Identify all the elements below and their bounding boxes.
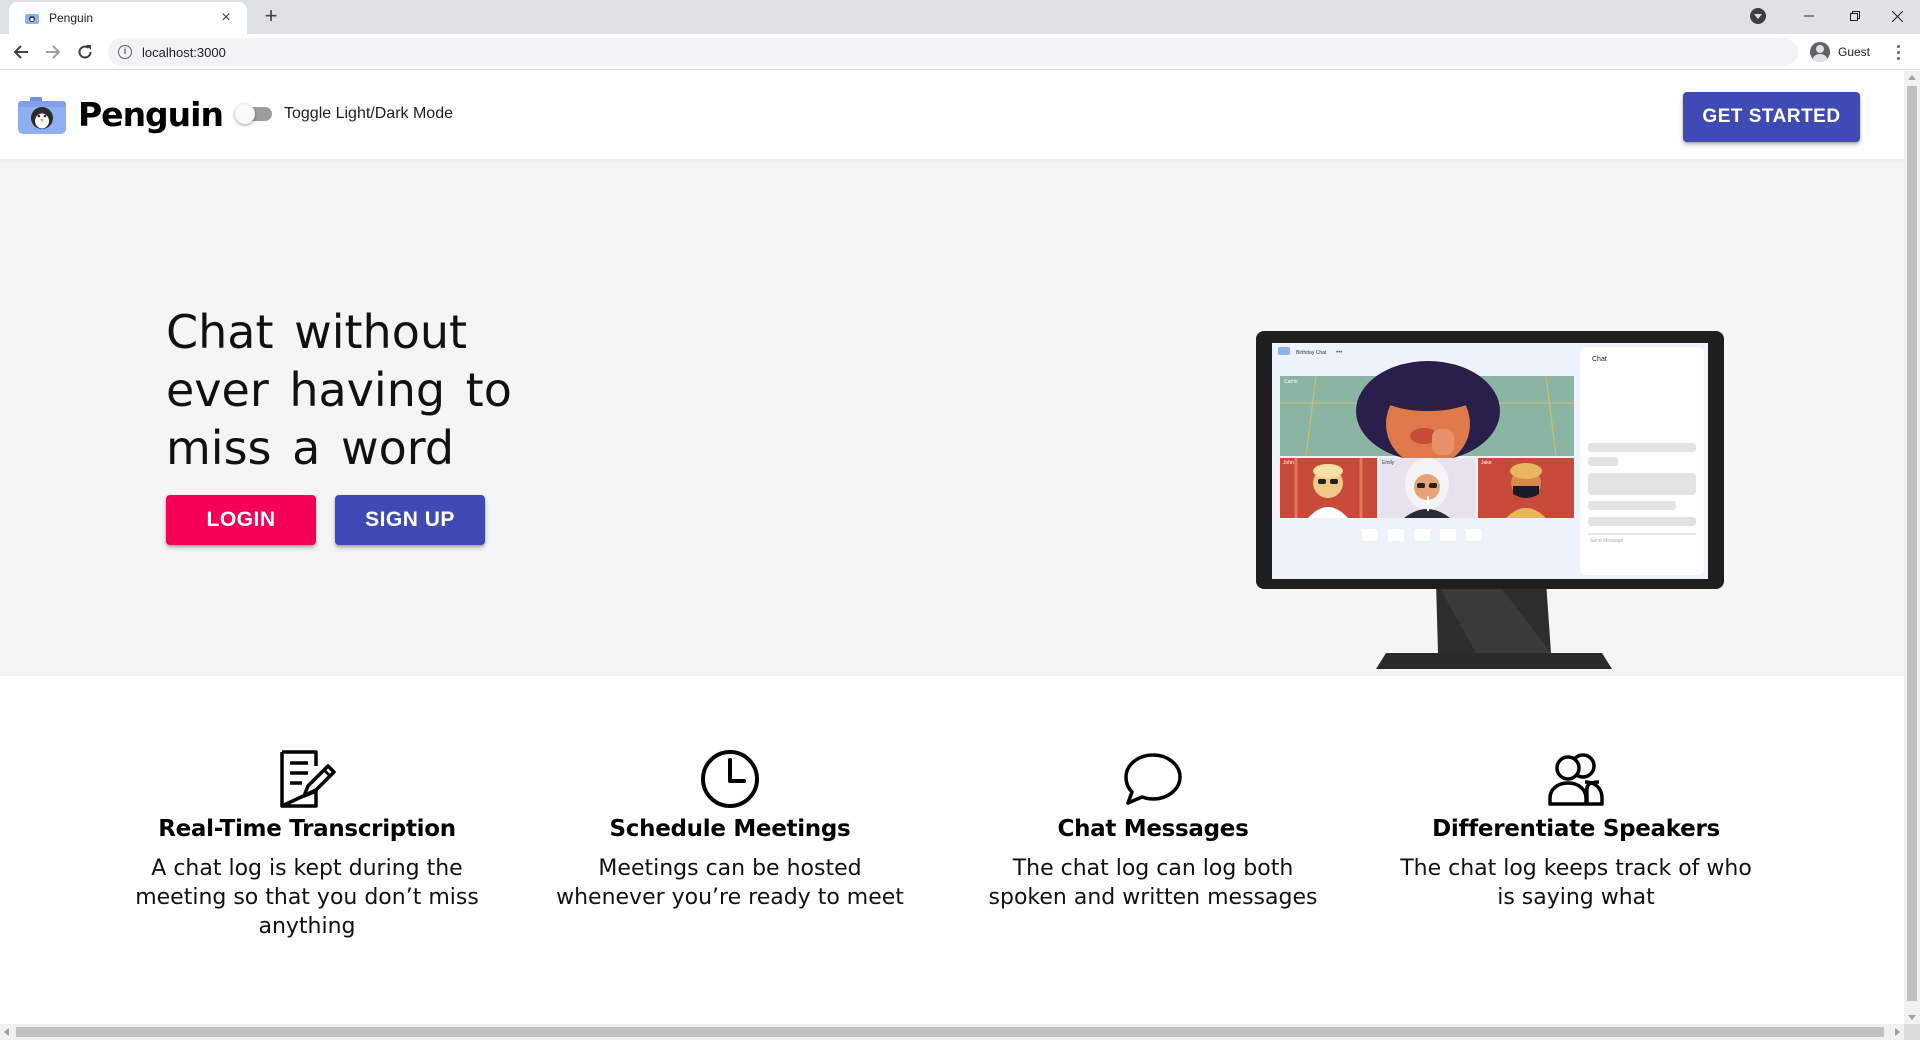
site-info-icon[interactable]: i — [118, 45, 132, 59]
features-section: Real-Time Transcription A chat log is ke… — [0, 676, 1904, 1024]
participant-name-emily: Emily — [1382, 460, 1395, 466]
feature-title: Differentiate Speakers — [1432, 816, 1720, 842]
scroll-right-arrow-icon[interactable] — [1895, 1028, 1900, 1036]
chat-panel-title: Chat — [1592, 356, 1607, 363]
new-tab-icon[interactable]: + — [258, 4, 284, 30]
meeting-title-text: Birthday Chat — [1296, 350, 1327, 356]
tab-search-icon[interactable] — [1750, 8, 1766, 24]
scroll-down-arrow-icon[interactable] — [1908, 1015, 1916, 1020]
feature-description: A chat log is kept during the meeting so… — [135, 856, 479, 939]
logo-link[interactable]: Penguin — [18, 95, 224, 134]
clock-icon — [701, 750, 759, 808]
switch-knob — [235, 104, 255, 124]
back-arrow-icon[interactable] — [9, 40, 33, 64]
brand-name: Penguin — [78, 95, 224, 134]
page-viewport: Penguin Toggle Light/Dark Mode GET START… — [0, 71, 1904, 1024]
url-text: localhost:3000 — [142, 44, 226, 60]
feature-description: Meetings can be hosted whenever you’re r… — [556, 856, 904, 910]
forward-arrow-icon[interactable] — [41, 40, 65, 64]
address-bar[interactable]: i localhost:3000 — [108, 38, 1798, 66]
chat-bubble-icon — [1124, 753, 1182, 805]
scroll-left-arrow-icon[interactable] — [4, 1028, 9, 1036]
guest-avatar-icon — [1810, 42, 1830, 62]
feature-description: The chat log keeps track of who is sayin… — [1400, 856, 1752, 910]
participant-name-carrie: Carrie — [1284, 379, 1298, 385]
close-window-icon[interactable] — [1874, 0, 1920, 32]
video-call-monitor-illustration: Birthday Chat ••• Carrie John Emily Jake… — [1256, 331, 1724, 669]
feature-description: The chat log can log both spoken and wri… — [988, 856, 1318, 910]
note-pencil-icon — [280, 750, 336, 808]
horizontal-scrollbar[interactable] — [0, 1024, 1904, 1040]
feature-card: Chat Messages The chat log can log both … — [963, 746, 1343, 912]
feature-card: Schedule Meetings Meetings can be hosted… — [540, 746, 920, 912]
vertical-scrollbar[interactable] — [1904, 71, 1920, 1024]
feature-title: Schedule Meetings — [609, 816, 851, 842]
participant-name-jake: Jake — [1481, 460, 1492, 466]
people-icon — [1548, 753, 1604, 806]
profile-button[interactable]: Guest — [1806, 39, 1878, 65]
browser-tab[interactable]: Penguin × — [9, 2, 247, 34]
browser-tab-strip: Penguin × + — [0, 0, 1920, 34]
hero-section: Chat without ever having to miss a word … — [0, 159, 1904, 676]
restore-icon[interactable] — [1832, 0, 1878, 32]
feature-title: Real-Time Transcription — [158, 816, 456, 842]
scroll-up-arrow-icon[interactable] — [1908, 75, 1916, 80]
feature-title: Chat Messages — [1057, 816, 1249, 842]
scrollbar-corner — [1904, 1024, 1920, 1040]
theme-toggle[interactable]: Toggle Light/Dark Mode — [235, 104, 453, 124]
profile-label: Guest — [1838, 45, 1871, 59]
reload-icon[interactable] — [73, 40, 97, 64]
participant-name-john: John — [1283, 460, 1294, 466]
theme-toggle-label: Toggle Light/Dark Mode — [284, 105, 453, 122]
penguin-logo-icon — [18, 96, 66, 134]
more-dots-icon: ••• — [1336, 350, 1342, 356]
send-message-placeholder: Send Message — [1590, 538, 1624, 544]
sign-up-button[interactable]: SIGN UP — [335, 495, 485, 545]
browser-menu-icon[interactable] — [1888, 42, 1908, 62]
penguin-favicon-icon — [25, 14, 39, 24]
feature-card: Differentiate Speakers The chat log keep… — [1386, 746, 1766, 912]
tab-close-icon[interactable]: × — [217, 10, 235, 26]
vertical-scroll-thumb[interactable] — [1907, 86, 1917, 1001]
theme-switch[interactable] — [235, 104, 272, 124]
feature-card: Real-Time Transcription A chat log is ke… — [117, 746, 497, 941]
get-started-button[interactable]: GET STARTED — [1683, 92, 1860, 142]
tab-title: Penguin — [49, 11, 94, 25]
minimize-icon[interactable] — [1786, 0, 1832, 32]
site-header: Penguin Toggle Light/Dark Mode GET START… — [0, 71, 1904, 159]
horizontal-scroll-thumb[interactable] — [16, 1027, 1884, 1037]
browser-toolbar: i localhost:3000 Guest — [0, 34, 1920, 70]
login-button[interactable]: LOGIN — [166, 495, 316, 545]
hero-title: Chat without ever having to miss a word — [166, 305, 512, 475]
